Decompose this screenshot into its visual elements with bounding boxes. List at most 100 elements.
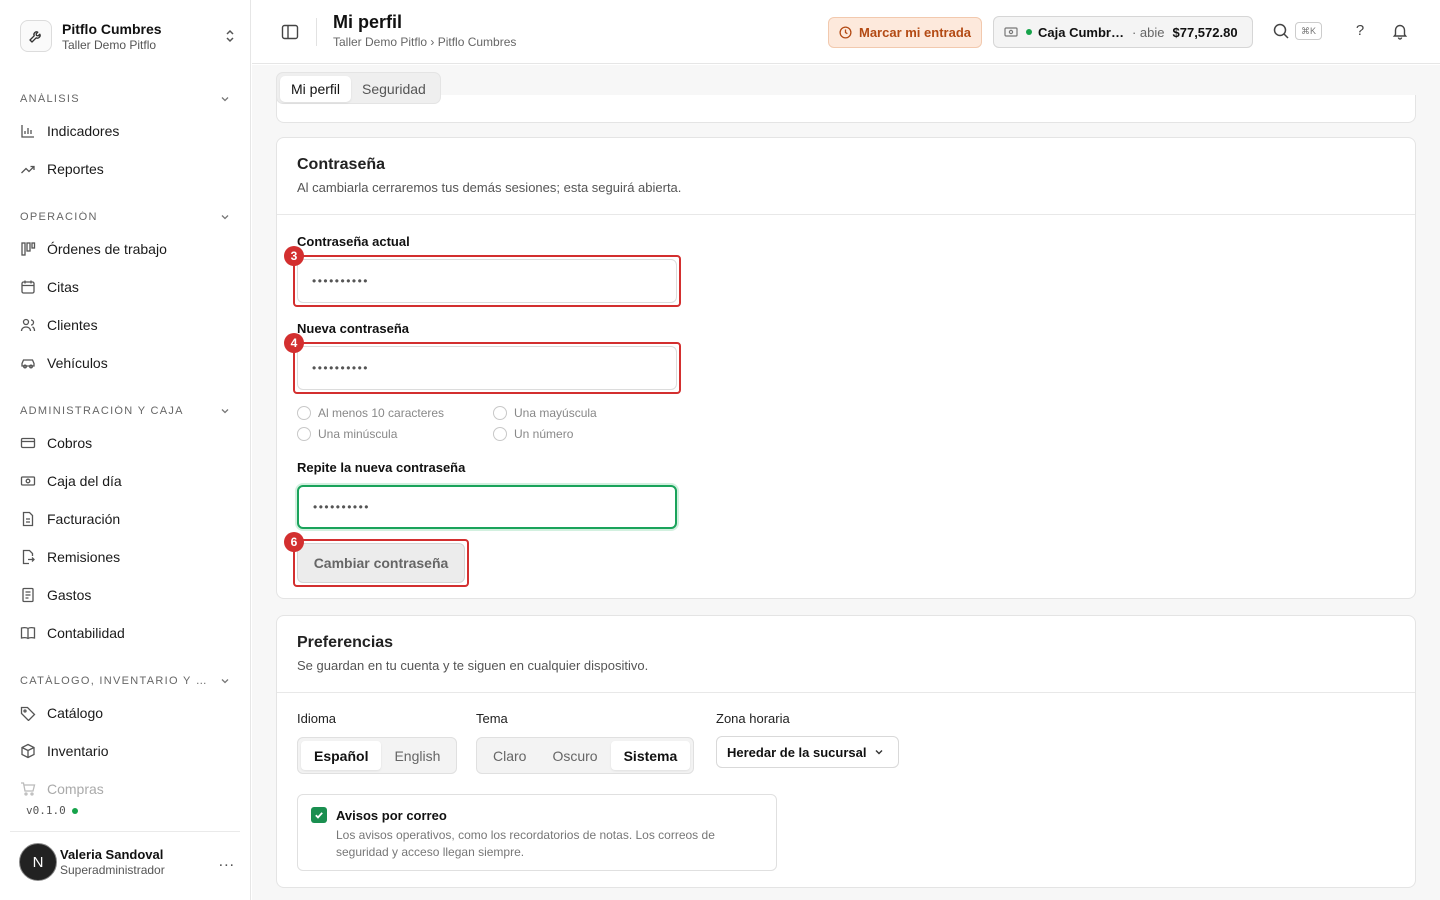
requirement-item: Una mayúscula — [493, 406, 597, 420]
org-switcher[interactable]: Pitflo Cumbres Taller Demo Pitflo — [20, 18, 236, 54]
timezone-label: Zona horaria — [716, 711, 790, 726]
file-export-icon — [20, 549, 36, 565]
sidebar-toggle-icon[interactable] — [280, 22, 300, 42]
nav-section-operacion[interactable]: OPERACIÓN — [10, 204, 240, 230]
status-dot — [1026, 29, 1032, 35]
language-label: Idioma — [297, 711, 337, 726]
requirement-item: Una minúscula — [297, 427, 397, 441]
cash-register-selector[interactable]: Caja Cumbr… · abie $77,572.80 — [993, 16, 1253, 48]
sidebar-item-catalogo[interactable]: Catálogo — [10, 694, 240, 732]
sidebar-item-label: Clientes — [47, 317, 98, 333]
sidebar-item-label: Facturación — [47, 511, 121, 527]
org-subtitle: Taller Demo Pitflo — [62, 37, 157, 52]
sidebar-item-citas[interactable]: Citas — [10, 268, 240, 306]
nav-section-catalogo[interactable]: CATÁLOGO, INVENTARIO Y CO… — [10, 668, 240, 694]
book-icon — [20, 625, 36, 641]
requirement-text: Un número — [514, 427, 574, 441]
sidebar-item-label: Órdenes de trabajo — [47, 241, 167, 257]
more-options-icon[interactable]: ... — [219, 853, 235, 871]
card-title: Contraseña — [297, 156, 386, 173]
chevron-down-icon — [220, 406, 230, 416]
cash-icon — [1004, 26, 1018, 38]
org-name: Pitflo Cumbres — [62, 20, 162, 37]
nav-section-title: ADMINISTRACIÓN Y CAJA — [20, 405, 184, 417]
theme-label: Tema — [476, 711, 508, 726]
sidebar-item-contabilidad[interactable]: Contabilidad — [10, 614, 240, 652]
timezone-select[interactable]: Heredar de la sucursal — [716, 736, 899, 768]
wrench-icon — [20, 20, 52, 52]
sidebar-item-label: Citas — [47, 279, 79, 295]
email-notifications-description: Los avisos operativos, como los recordat… — [336, 828, 715, 859]
email-notifications-checkbox[interactable] — [311, 807, 327, 823]
requirement-item: Al menos 10 caracteres — [297, 406, 444, 420]
credit-card-icon — [20, 435, 36, 451]
bell-icon[interactable] — [1391, 22, 1409, 40]
calendar-icon — [20, 279, 36, 295]
sidebar-item-facturacion[interactable]: Facturación — [10, 500, 240, 538]
nav-section-analisis[interactable]: ANÁLISIS — [10, 86, 240, 112]
requirement-text: Una minúscula — [318, 427, 398, 441]
tab-mi-perfil[interactable]: Mi perfil — [280, 76, 352, 102]
clock-icon — [839, 26, 859, 39]
sidebar-item-compras[interactable]: Compras — [10, 770, 240, 802]
nav-section-administracion[interactable]: ADMINISTRACIÓN Y CAJA — [10, 398, 240, 424]
shortcut-hint: ⌘K — [1295, 22, 1323, 40]
sidebar-item-indicadores[interactable]: Indicadores — [10, 112, 240, 150]
user-menu[interactable]: N Valeria Sandoval Superadministrador ..… — [19, 843, 235, 881]
password-card: Contraseña Al cambiarla cerraremos tus d… — [276, 137, 1416, 599]
divider — [10, 831, 240, 832]
avatar: N — [19, 843, 57, 881]
sidebar-item-clientes[interactable]: Clientes — [10, 306, 240, 344]
chevron-down-icon — [220, 94, 230, 104]
annotation-box — [293, 255, 681, 307]
sidebar-item-caja[interactable]: Caja del día — [10, 462, 240, 500]
bar-chart-icon — [20, 123, 36, 139]
theme-option-system[interactable]: Sistema — [610, 741, 691, 770]
sidebar-item-reportes[interactable]: Reportes — [10, 150, 240, 188]
tag-icon — [20, 705, 36, 721]
cash-register-name: Caja Cumbr… — [1038, 24, 1124, 40]
user-role: Superadministrador — [60, 863, 165, 877]
chevron-down-icon — [220, 212, 230, 222]
language-option-en[interactable]: English — [381, 741, 453, 770]
cash-icon — [20, 473, 36, 489]
app-version: v0.1.0 — [26, 804, 78, 817]
breadcrumb: Taller Demo Pitflo › Pitflo Cumbres — [333, 35, 517, 49]
card-title: Preferencias — [297, 634, 394, 651]
language-selector: Español English — [297, 737, 458, 774]
cash-register-status: · abie — [1131, 24, 1165, 40]
theme-selector: Claro Oscuro Sistema — [476, 737, 695, 774]
email-notifications-option: Avisos por correo Los avisos operativos,… — [297, 794, 777, 871]
sidebar-item-gastos[interactable]: Gastos — [10, 576, 240, 614]
help-icon[interactable]: ? — [1351, 22, 1369, 40]
sidebar-item-vehiculos[interactable]: Vehículos — [10, 344, 240, 382]
sidebar-item-label: Vehículos — [47, 355, 108, 371]
sidebar-item-label: Catálogo — [47, 705, 104, 721]
card-description: Se guardan en tu cuenta y te siguen en c… — [297, 658, 649, 673]
email-notifications-title: Avisos por correo — [336, 808, 447, 823]
sidebar-item-remisiones[interactable]: Remisiones — [10, 538, 240, 576]
top-header: Mi perfil Taller Demo Pitflo › Pitflo Cu… — [252, 0, 1440, 64]
theme-option-light[interactable]: Claro — [480, 741, 539, 770]
sidebar-item-ordenes[interactable]: Órdenes de trabajo — [10, 230, 240, 268]
chevron-down-icon — [220, 676, 230, 686]
theme-option-dark[interactable]: Oscuro — [539, 741, 610, 770]
tab-seguridad[interactable]: Seguridad — [351, 76, 437, 102]
user-name: Valeria Sandoval — [60, 847, 164, 862]
sidebar-item-cobros[interactable]: Cobros — [10, 424, 240, 462]
sidebar-item-inventario[interactable]: Inventario — [10, 732, 240, 770]
sidebar-item-label: Caja del día — [47, 473, 122, 489]
search-icon[interactable] — [1272, 22, 1290, 40]
clock-in-button[interactable]: Marcar mi entrada — [828, 17, 982, 48]
cart-icon — [20, 781, 36, 797]
card-description: Al cambiarla cerraremos tus demás sesion… — [297, 180, 682, 195]
chevron-down-icon — [866, 747, 884, 757]
repeat-password-input[interactable]: •••••••••• — [297, 485, 677, 529]
annotation-badge: 3 — [284, 246, 304, 266]
box-icon — [20, 743, 36, 759]
language-option-es[interactable]: Español — [301, 741, 382, 770]
annotation-box — [293, 342, 681, 394]
annotation-badge: 4 — [284, 333, 304, 353]
status-dot — [71, 807, 78, 814]
receipt-icon — [20, 587, 36, 603]
